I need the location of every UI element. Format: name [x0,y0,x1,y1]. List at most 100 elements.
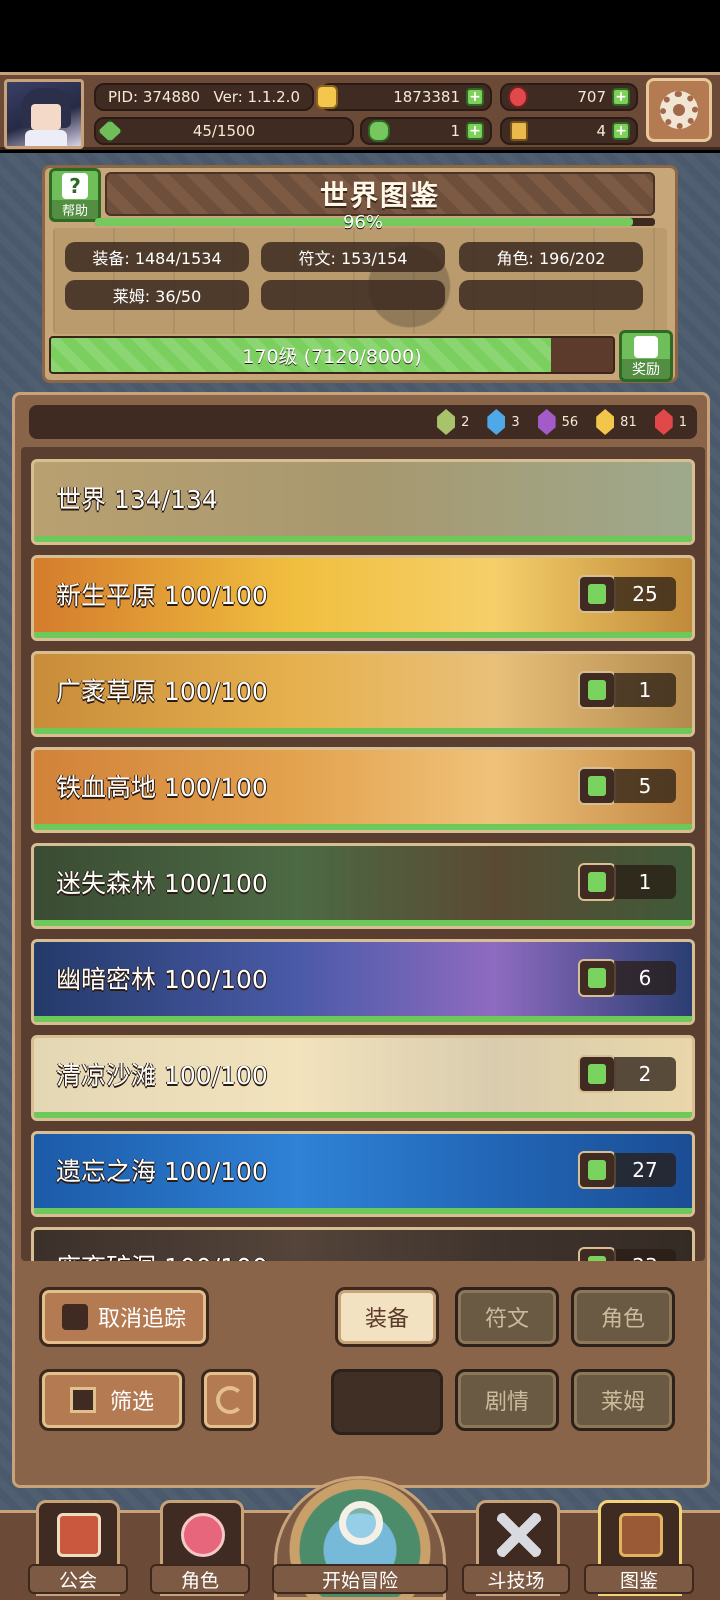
region-name: 废弃矿洞 100/100 [56,1248,268,1261]
thumbs-up-icon [578,671,616,709]
track-count: 5 [614,769,676,803]
region-name: 清凉沙滩 100/100 [56,1061,268,1090]
grid-icon [69,1387,96,1413]
tab-equipment[interactable]: 装备 [335,1287,439,1347]
add-key-button[interactable]: + [612,122,630,140]
gift-icon [634,336,658,358]
region-name: 新生平原 100/100 [56,581,268,610]
game-version: Ver: 1.1.2.0 [213,88,300,106]
track-count: 25 [614,577,676,611]
completion-line [34,536,692,542]
gem-red: 1 [654,409,687,435]
completion-line [34,728,692,734]
track-count: 6 [614,961,676,995]
book-icon [619,1513,663,1557]
completion-line [34,920,692,926]
completion-line [34,1208,692,1214]
key-icon [510,121,528,141]
guild-house-icon [57,1513,101,1557]
thumbs-up-icon [578,575,616,613]
completion-line [34,1112,692,1118]
stat-empty-slot [459,280,643,310]
add-clover-button[interactable]: + [466,122,484,140]
green-gem-icon [437,409,456,435]
nav-adventure-label: 开始冒险 [272,1564,448,1594]
tab-story[interactable]: 剧情 [455,1369,559,1431]
gem-summary-row: 2 3 56 81 1 [29,405,697,439]
thumbs-up-icon [578,959,616,997]
track-badge[interactable]: 6 [578,958,676,998]
filter-button[interactable]: 筛选 [39,1369,185,1431]
clover-amount: 1 [450,122,460,140]
gear-icon [660,91,698,129]
stat-equipment: 装备: 1484/1534 [65,242,249,272]
ruby-amount: 707 [577,88,606,106]
encyclopedia-title: 世界图鉴 [319,179,440,212]
gem-blue: 3 [487,409,520,435]
region-row[interactable]: 废弃矿洞 100/100 23 [31,1227,695,1261]
crossed-swords-icon [497,1513,541,1557]
gold-pill: 1873381 + [316,83,492,111]
region-row[interactable]: 世界 134/134 [31,459,695,545]
track-badge[interactable]: 27 [578,1150,676,1190]
nav-guild-label: 公会 [28,1564,128,1594]
stamina-pill: 45/1500 [94,117,354,145]
region-name: 幽暗密林 100/100 [56,965,268,994]
region-row[interactable]: 幽暗密林 100/100 6 [31,939,695,1025]
key-amount: 4 [596,122,606,140]
track-badge[interactable]: 1 [578,670,676,710]
title-banner: 世界图鉴 [105,172,655,216]
stat-empty-slot [261,280,445,310]
refresh-button[interactable] [201,1369,259,1431]
player-avatar[interactable] [4,79,84,149]
id-version-pill: PID: 374880 Ver: 1.1.2.0 [94,83,314,111]
track-count: 27 [614,1153,676,1187]
track-badge[interactable]: 5 [578,766,676,806]
world-encyclopedia-panel: 世界图鉴 ? 帮助 96% 装备: 1484/1534 符文: 153/154 … [42,165,678,383]
ruby-pill: 707 + [500,83,638,111]
key-pill: 4 + [500,117,638,145]
region-row[interactable]: 遗忘之海 100/100 27 [31,1131,695,1217]
region-row[interactable]: 铁血高地 100/100 5 [31,747,695,833]
red-gem-icon [654,409,673,435]
character-face-icon [181,1513,225,1557]
region-scroll-list[interactable]: 世界 134/134 新生平原 100/100 25 广袤草原 100/100 1 铁血高… [21,447,705,1261]
track-count: 23 [614,1249,676,1261]
region-row[interactable]: 广袤草原 100/100 1 [31,651,695,737]
tab-empty-slot [331,1369,443,1435]
completion-line [34,824,692,830]
region-name: 遗忘之海 100/100 [56,1157,268,1186]
add-ruby-button[interactable]: + [612,88,630,106]
magnifier-icon [339,1501,383,1545]
tab-character[interactable]: 角色 [571,1287,675,1347]
gold-amount: 1873381 [393,88,460,106]
player-id: PID: 374880 [108,88,201,106]
region-name: 世界 134/134 [56,485,218,514]
track-badge[interactable]: 1 [578,862,676,902]
track-badge[interactable]: 2 [578,1054,676,1094]
track-count: 1 [614,865,676,899]
purple-gem-icon [537,409,556,435]
thumbs-up-icon [578,863,616,901]
completion-line [34,1016,692,1022]
add-gold-button[interactable]: + [466,88,484,106]
reward-button[interactable]: 奖励 [619,330,673,382]
settings-button[interactable] [646,78,712,142]
thumbs-up-icon [578,1247,616,1261]
track-badge[interactable]: 25 [578,574,676,614]
reward-label: 奖励 [622,359,670,379]
thumb-icon [61,1304,88,1330]
untrack-button[interactable]: 取消追踪 [39,1287,209,1347]
clover-pill: 1 + [360,117,492,145]
thumbs-up-icon [578,767,616,805]
region-row[interactable]: 清凉沙滩 100/100 2 [31,1035,695,1121]
tab-rune[interactable]: 符文 [455,1287,559,1347]
completion-percent: 96% [342,212,383,233]
stat-slime: 莱姆: 36/50 [65,280,249,310]
region-row[interactable]: 迷失森林 100/100 1 [31,843,695,929]
region-row[interactable]: 新生平原 100/100 25 [31,555,695,641]
gem-purple: 56 [537,409,578,435]
tab-slime[interactable]: 莱姆 [571,1369,675,1431]
track-badge[interactable]: 23 [578,1246,676,1261]
thumbs-up-icon [578,1055,616,1093]
